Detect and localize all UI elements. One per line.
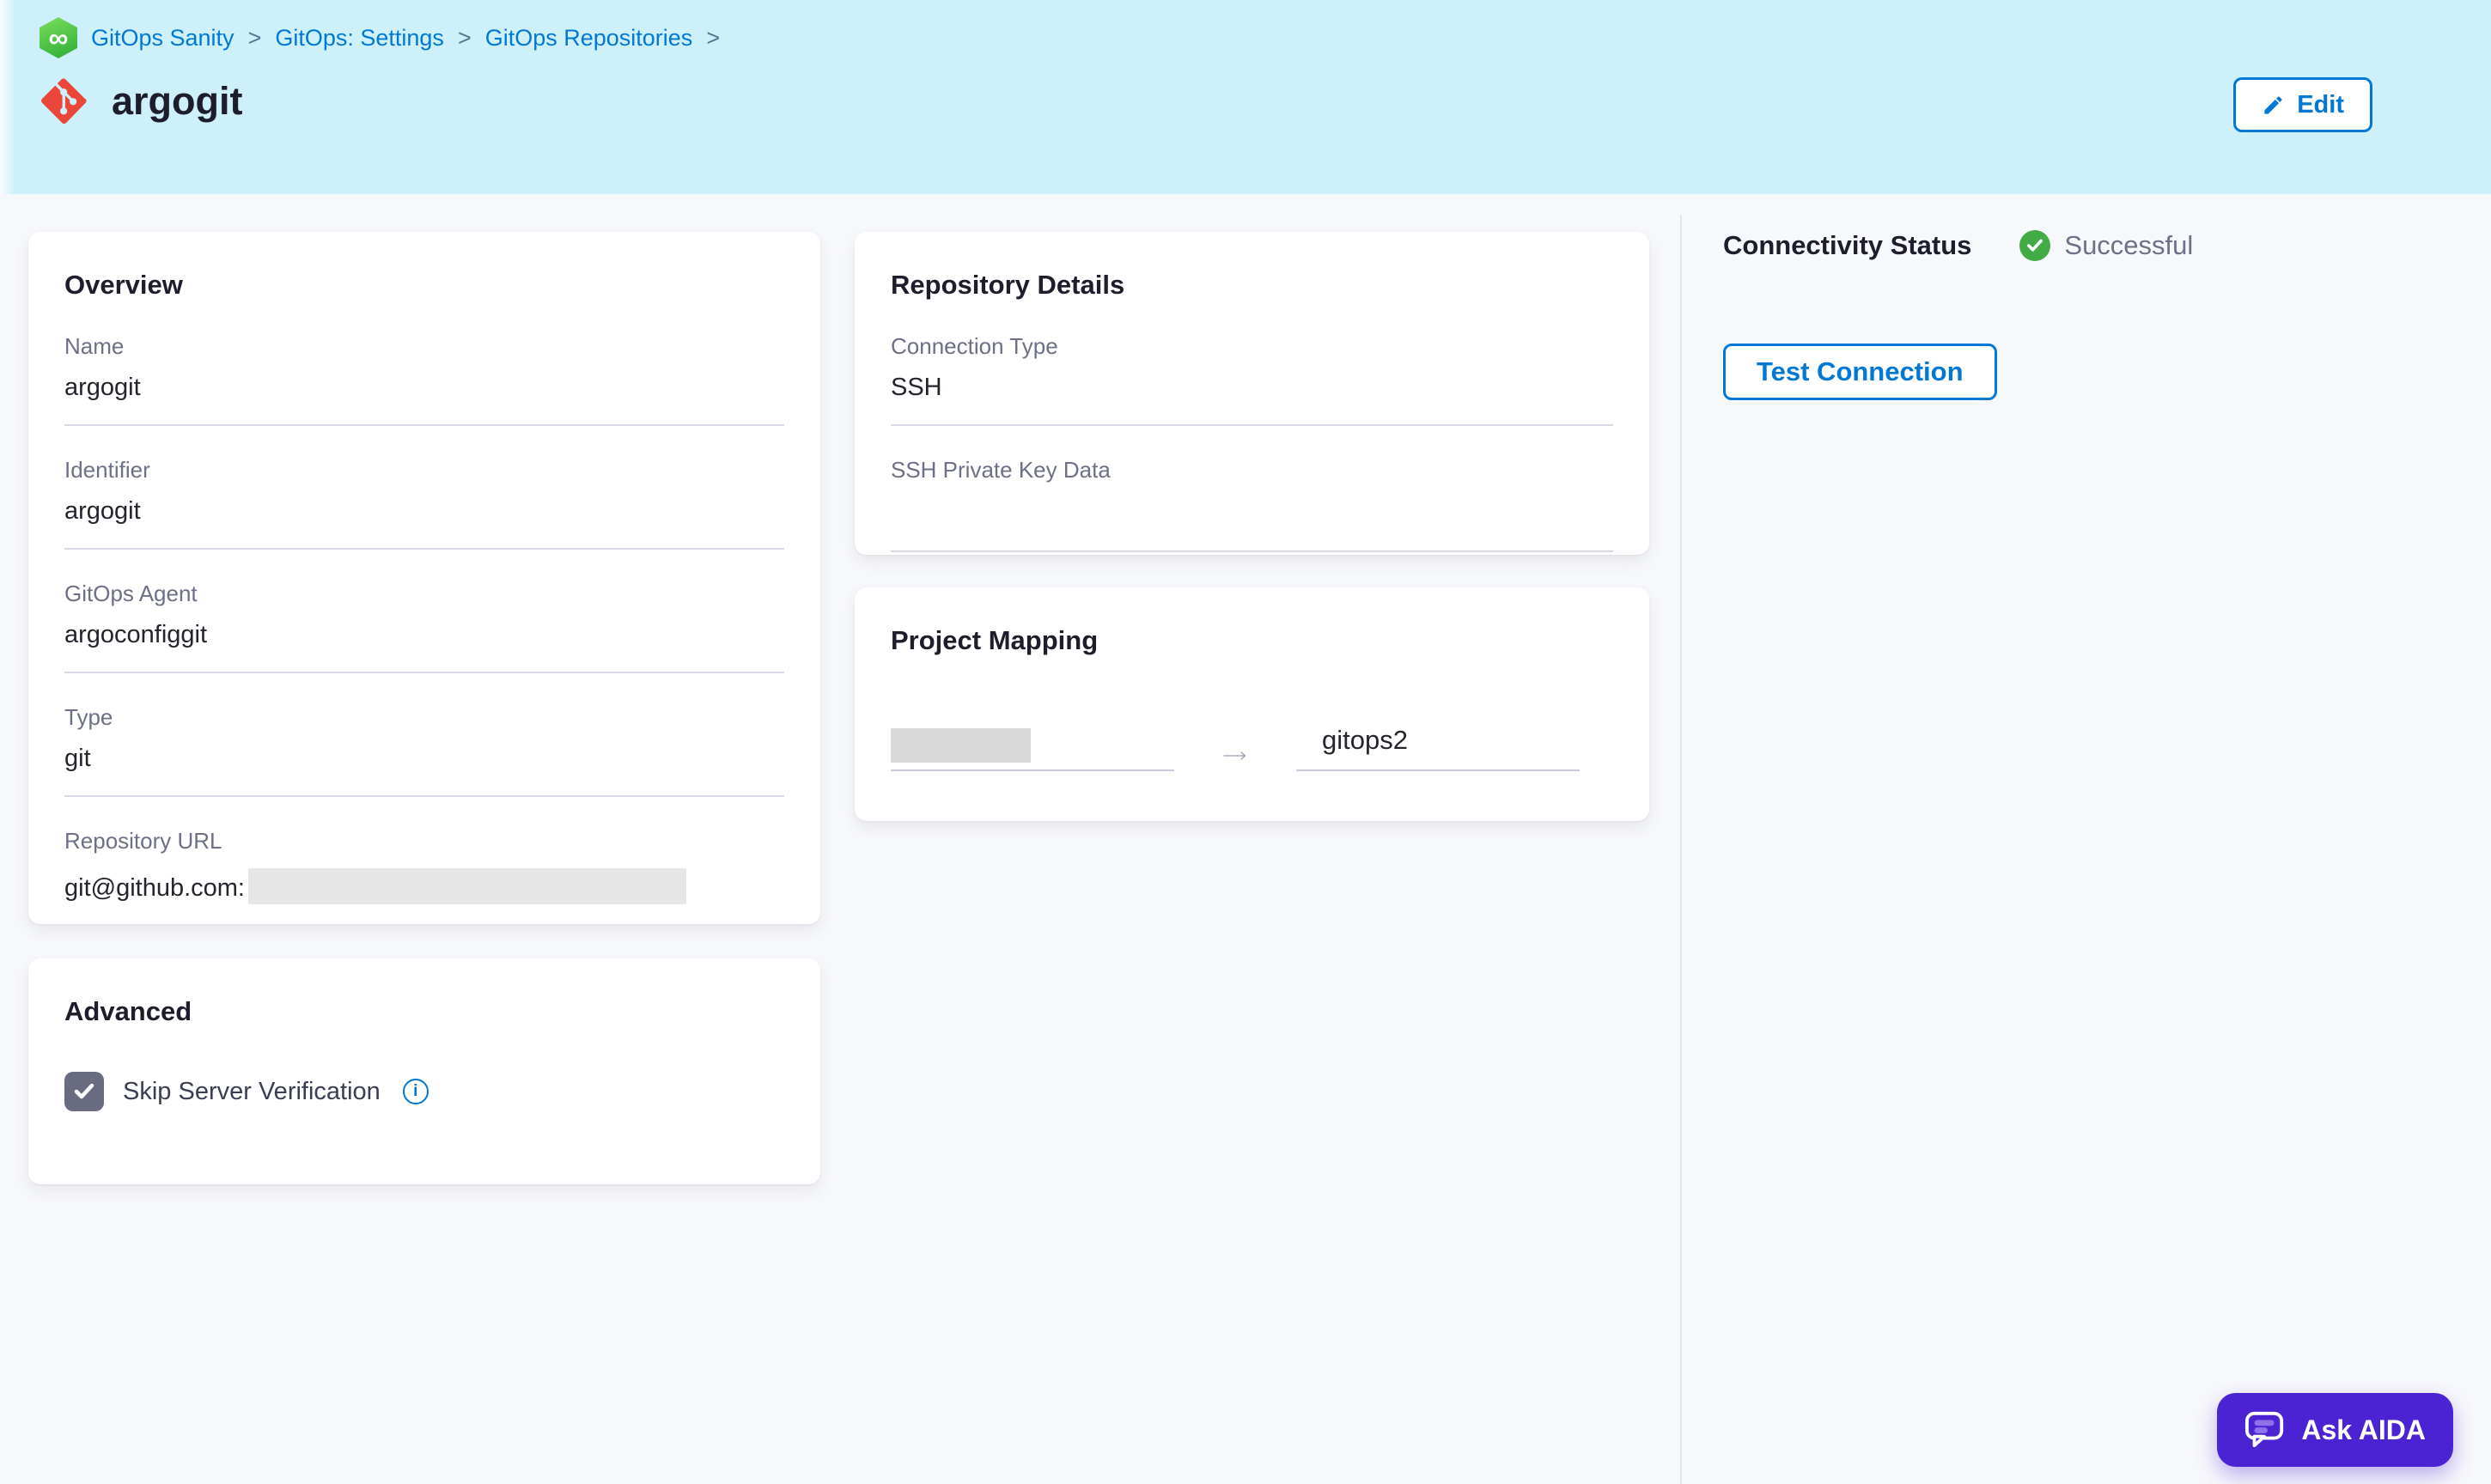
- field-label: Type: [64, 704, 113, 730]
- field-gitops-agent: GitOps Agent argoconfiggit: [64, 581, 784, 673]
- redacted-value-block: [891, 728, 1031, 763]
- field-label: GitOps Agent: [64, 581, 198, 606]
- pencil-icon: [2264, 95, 2282, 114]
- connectivity-status-value: Successful: [2064, 230, 2194, 260]
- breadcrumb-link-gitops-sanity[interactable]: GitOps Sanity: [91, 25, 234, 52]
- field-value: argoconfiggit: [64, 621, 784, 673]
- breadcrumb-link-gitops-repositories[interactable]: GitOps Repositories: [485, 25, 693, 52]
- advanced-card: Advanced Skip Server Verification i: [28, 958, 820, 1184]
- breadcrumb-link-gitops-settings[interactable]: GitOps: Settings: [275, 25, 444, 52]
- ask-aida-button[interactable]: Ask AIDA: [2217, 1393, 2453, 1467]
- field-value: SSH: [891, 374, 1613, 426]
- skip-server-verification-checkbox[interactable]: [64, 1072, 104, 1111]
- connectivity-status-label: Connectivity Status: [1723, 230, 1972, 260]
- repository-details-card: Repository Details Connection Type SSH S…: [855, 232, 1649, 555]
- overview-card: Overview Name argogit Identifier argogit…: [28, 232, 820, 924]
- connectivity-status-badge: Successful: [2019, 230, 2193, 261]
- skip-server-verification-row: Skip Server Verification i: [64, 1072, 784, 1111]
- edit-button[interactable]: Edit: [2233, 77, 2372, 132]
- field-name: Name argogit: [64, 333, 784, 426]
- mapping-target-value: gitops2: [1322, 725, 1408, 755]
- field-type: Type git: [64, 704, 784, 797]
- test-connection-button[interactable]: Test Connection: [1723, 344, 1997, 400]
- field-repository-url: Repository URL git@github.com:: [64, 828, 784, 924]
- header-left-strip: [0, 0, 15, 194]
- field-value: argogit: [64, 497, 784, 550]
- advanced-card-title: Advanced: [64, 996, 192, 1026]
- project-mapping-card: Project Mapping gitops2: [855, 587, 1649, 821]
- field-label: Identifier: [64, 457, 150, 483]
- redacted-value-block: [247, 868, 686, 904]
- field-label: Repository URL: [64, 828, 222, 854]
- project-mapping-row: gitops2: [891, 725, 1613, 771]
- info-icon[interactable]: i: [402, 1079, 429, 1104]
- field-value: git@github.com:: [64, 868, 784, 924]
- field-label: SSH Private Key Data: [891, 457, 1111, 483]
- page-title-row: argogit: [40, 77, 243, 125]
- field-value: argogit: [64, 374, 784, 426]
- breadcrumb: ∞ GitOps Sanity > GitOps: Settings > Git…: [40, 17, 720, 58]
- content-vertical-divider: [1680, 215, 1682, 1484]
- project-mapping-card-title: Project Mapping: [891, 625, 1099, 655]
- field-connection-type: Connection Type SSH: [891, 333, 1613, 426]
- git-repo-icon: [41, 78, 87, 124]
- field-value: git: [64, 745, 784, 797]
- repo-url-prefix: git@github.com:: [64, 874, 245, 902]
- field-identifier: Identifier argogit: [64, 457, 784, 550]
- ask-aida-label: Ask AIDA: [2301, 1414, 2426, 1445]
- check-icon: [74, 1083, 94, 1099]
- mapping-target-field: gitops2: [1296, 725, 1580, 771]
- arrow-right-icon: [1223, 751, 1246, 760]
- chevron-right-icon: >: [706, 24, 721, 51]
- skip-server-verification-label: Skip Server Verification: [123, 1077, 381, 1105]
- field-label: Name: [64, 333, 125, 359]
- connectivity-status-row: Connectivity Status Successful: [1723, 230, 2193, 261]
- repository-details-card-title: Repository Details: [891, 270, 1125, 300]
- mapping-source-field: [891, 728, 1174, 771]
- edit-button-label: Edit: [2297, 90, 2344, 119]
- field-value: [891, 497, 1613, 552]
- gitops-module-icon: ∞: [40, 17, 77, 58]
- field-label: Connection Type: [891, 333, 1058, 359]
- field-ssh-private-key-data: SSH Private Key Data: [891, 457, 1613, 552]
- page-title: argogit: [112, 79, 243, 123]
- overview-card-title: Overview: [64, 270, 183, 300]
- chat-bubble-icon: [2245, 1411, 2284, 1448]
- chevron-right-icon: >: [247, 24, 262, 51]
- page-header: ∞ GitOps Sanity > GitOps: Settings > Git…: [0, 0, 2491, 194]
- success-check-icon: [2019, 230, 2051, 261]
- chevron-right-icon: >: [457, 24, 472, 51]
